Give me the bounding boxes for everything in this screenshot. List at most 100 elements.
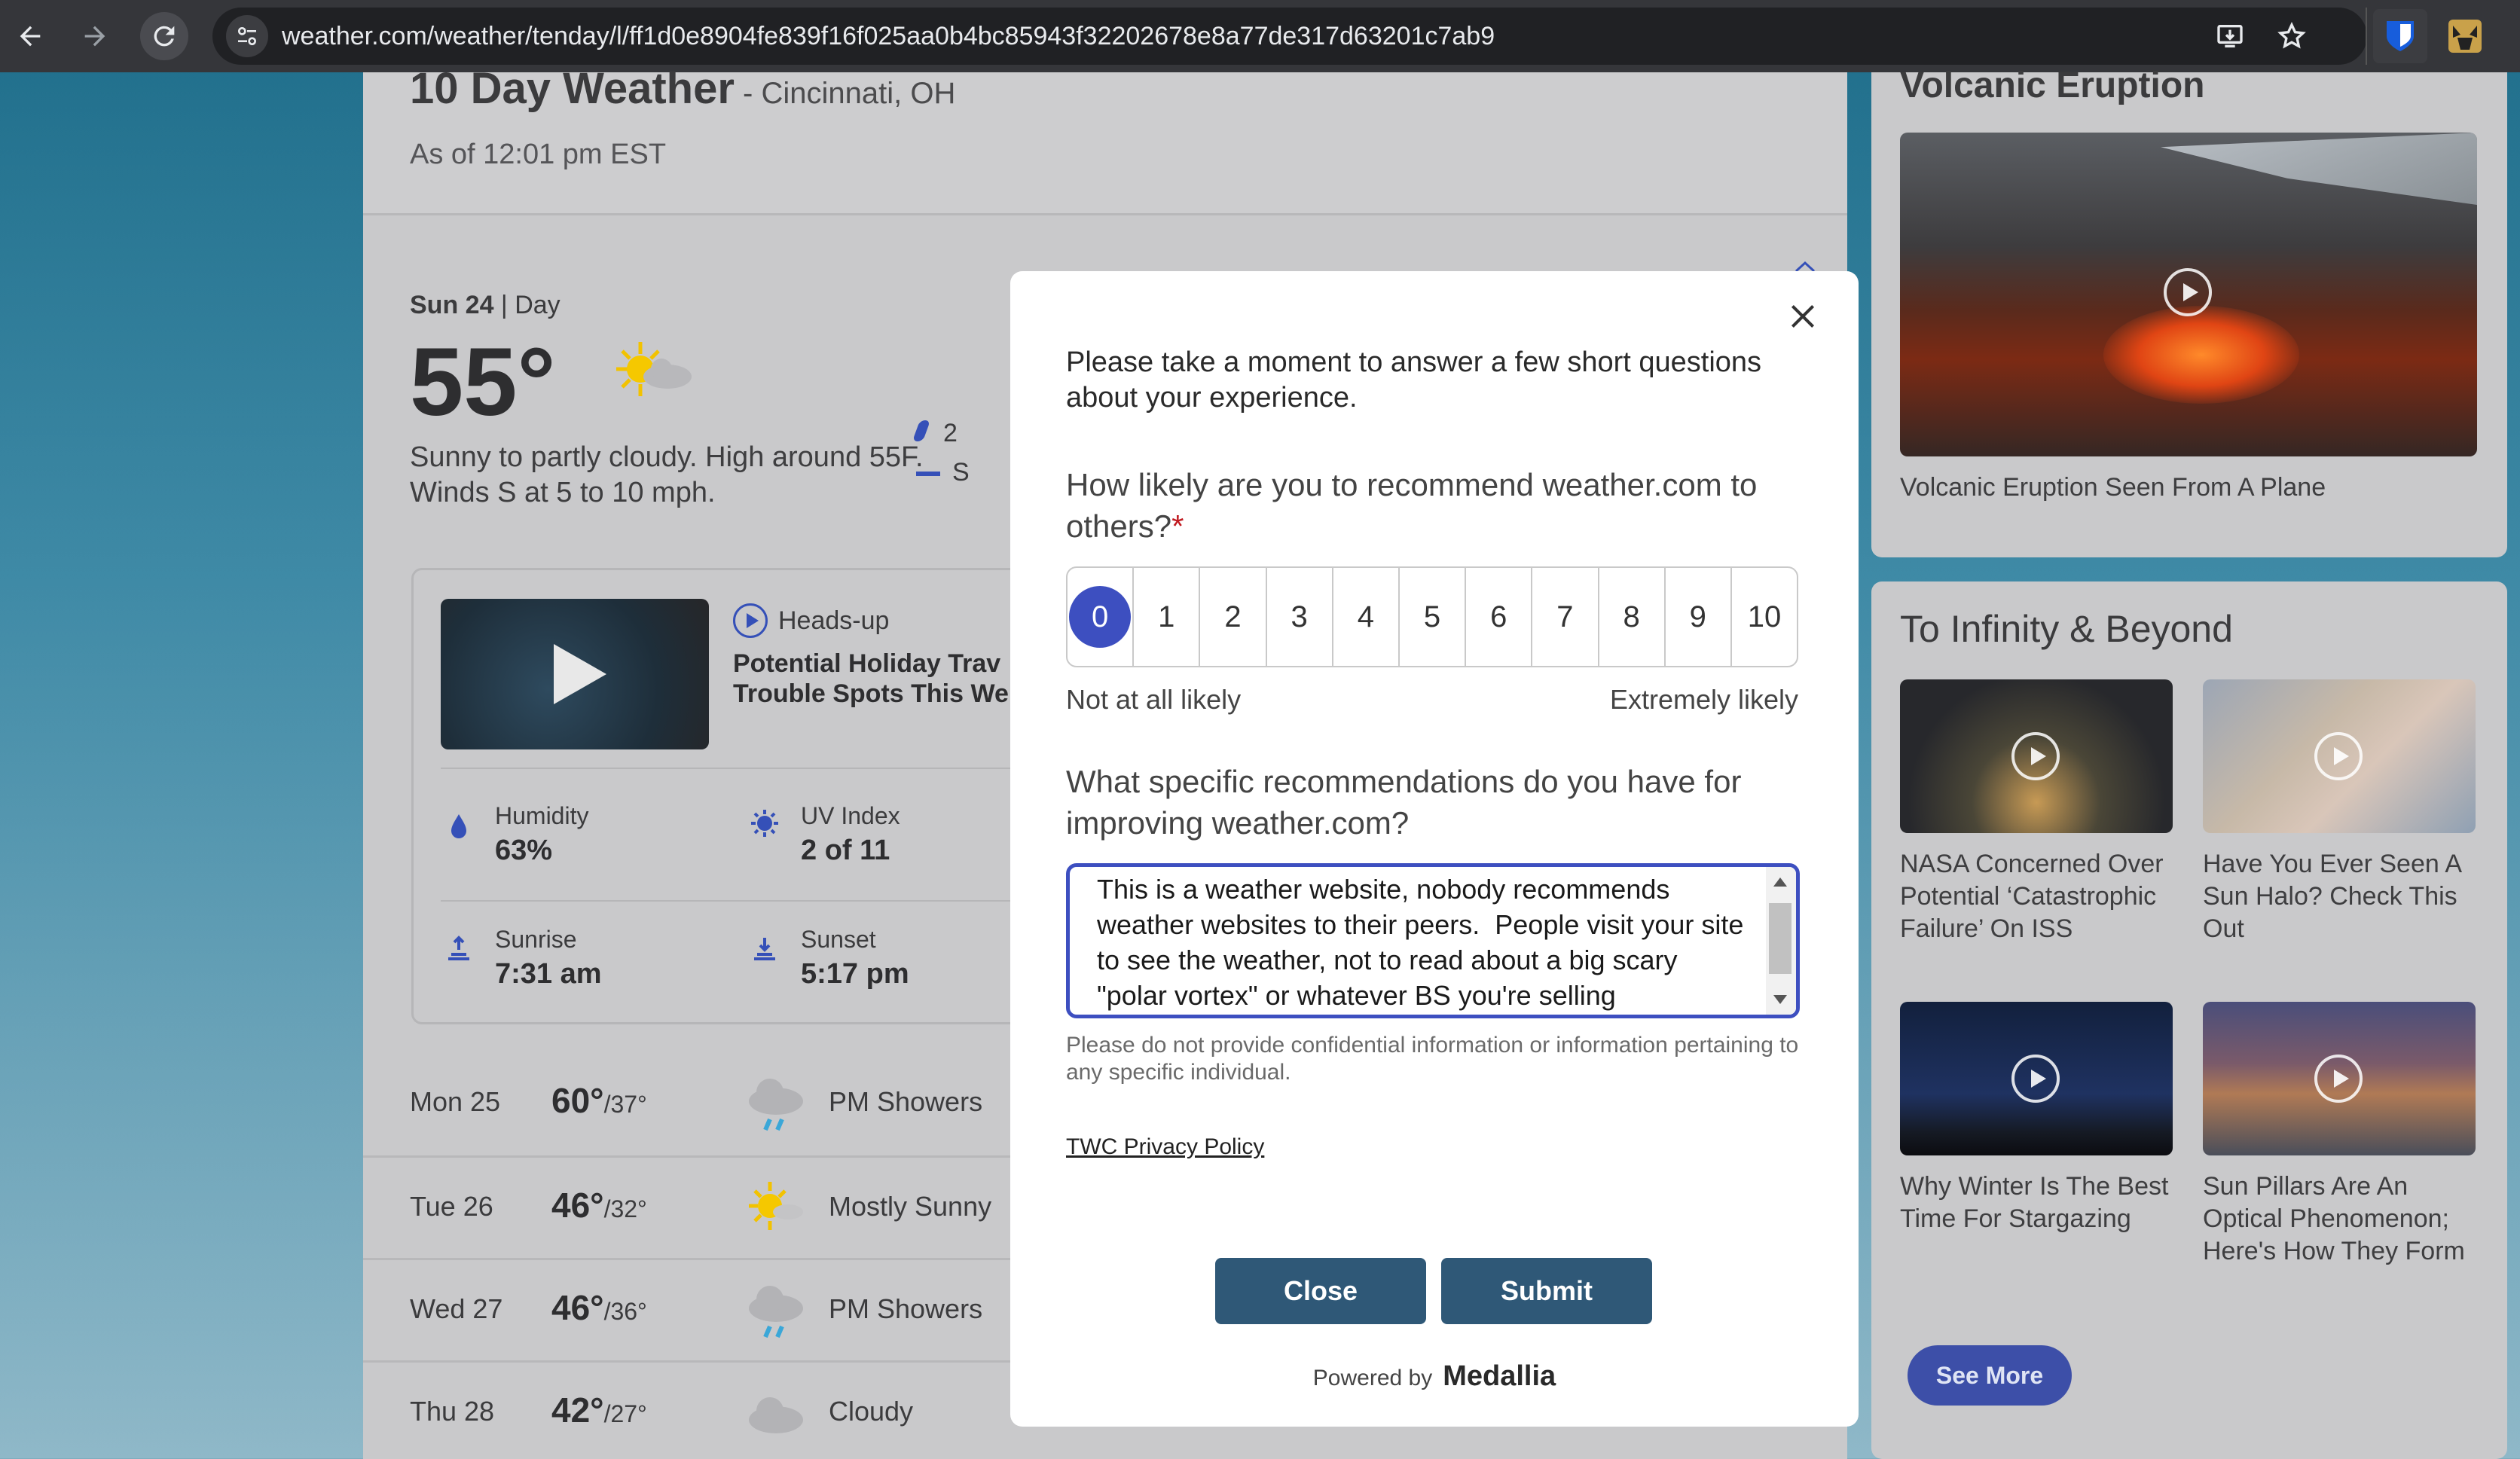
stat-value: 7:31 am	[495, 958, 602, 990]
textarea-scrollbar[interactable]	[1766, 867, 1796, 1015]
play-circle-icon	[733, 603, 768, 638]
forward-button[interactable]	[71, 12, 119, 60]
video-card[interactable]: Heads-up Potential Holiday Trav Trouble S…	[411, 568, 1089, 1024]
close-button[interactable]: Close	[1215, 1258, 1426, 1324]
day-narrative: Sunny to partly cloudy. High around 55F.…	[410, 441, 924, 508]
forecast-condition: Cloudy	[829, 1396, 914, 1427]
stat-label: Sunrise	[495, 926, 577, 953]
site-info-icon[interactable]	[226, 15, 268, 57]
cloud-icon	[749, 1397, 803, 1433]
bitwarden-extension-button[interactable]	[2373, 9, 2427, 63]
rain-cloud-icon	[749, 1079, 803, 1131]
reload-button[interactable]	[140, 12, 188, 60]
browser-toolbar: weather.com/weather/tenday/l/ff1d0e8904f…	[0, 0, 2520, 72]
uv-sun-icon	[751, 810, 778, 837]
stat-label: UV Index	[801, 802, 900, 829]
divider	[441, 768, 1066, 769]
nps-option-0[interactable]: 0	[1068, 568, 1135, 666]
forecast-condition: PM Showers	[829, 1086, 983, 1117]
forecast-day: Mon 25	[410, 1086, 501, 1117]
video-thumbnail[interactable]	[441, 599, 709, 749]
nps-option-5[interactable]: 5	[1400, 568, 1467, 666]
uv-stat: UV Index 2 of 11	[801, 802, 900, 867]
url-text: weather.com/weather/tenday/l/ff1d0e8904f…	[282, 22, 1495, 50]
forecast-day: Tue 26	[410, 1191, 493, 1222]
sidebar-heading: To Infinity & Beyond	[1900, 608, 2233, 650]
video-thumbnail[interactable]	[2203, 679, 2476, 833]
forecast-temp: 46°/36°	[551, 1287, 647, 1328]
video-title-line: Trouble Spots This We	[733, 679, 1009, 708]
recommendations-textarea[interactable]: This is a weather website, nobody recomm…	[1097, 871, 1752, 1015]
wind-icon	[916, 472, 940, 477]
stat-label: Humidity	[495, 802, 589, 829]
video-thumbnail[interactable]	[1900, 133, 2477, 456]
forecast-temp: 42°/27°	[551, 1390, 647, 1430]
rain-cloud-icon	[749, 1286, 803, 1338]
submit-button[interactable]: Submit	[1441, 1258, 1652, 1324]
day-part: | Day	[493, 291, 561, 319]
video-thumbnail[interactable]	[1900, 679, 2173, 833]
video-thumbnail[interactable]	[1900, 1002, 2173, 1155]
nps-scale: 0 1 2 3 4 5 6 7 8 9 10	[1066, 566, 1798, 667]
video-caption[interactable]: Have You Ever Seen A Sun Halo? Check Thi…	[2203, 848, 2489, 945]
powered-by: Powered by Medallia	[1010, 1360, 1859, 1393]
forecast-day: Wed 27	[410, 1293, 503, 1324]
back-button[interactable]	[6, 12, 54, 60]
current-temp: 55°	[410, 328, 556, 436]
scale-low-label: Not at all likely	[1066, 684, 1242, 715]
nps-option-8[interactable]: 8	[1599, 568, 1666, 666]
medallia-logo: Medallia	[1443, 1360, 1556, 1392]
see-more-button[interactable]: See More	[1908, 1345, 2072, 1406]
video-title[interactable]: Potential Holiday Trav Trouble Spots This…	[733, 649, 1009, 709]
nps-option-10[interactable]: 10	[1732, 568, 1797, 666]
forecast-high: 46°	[551, 1288, 604, 1327]
sidebar-heading: Volcanic Eruption	[1900, 66, 2205, 105]
forecast-day: Thu 28	[410, 1396, 495, 1427]
scroll-up-icon[interactable]	[1773, 878, 1787, 887]
powered-by-text: Powered by	[1312, 1366, 1433, 1390]
page-header: 10 Day Weather - Cincinnati, OH As of 12…	[363, 64, 1847, 215]
forecast-temp: 46°/32°	[551, 1185, 647, 1225]
close-modal-button[interactable]	[1780, 294, 1825, 339]
play-icon	[554, 644, 606, 704]
avatar-icon	[2448, 20, 2482, 53]
install-app-icon[interactable]	[2215, 21, 2245, 51]
wind-stat: S	[916, 458, 970, 487]
stat-value: 2 of 11	[801, 835, 890, 866]
video-caption[interactable]: Why Winter Is The Best Time For Stargazi…	[1900, 1171, 2186, 1235]
stat-value: 63%	[495, 835, 553, 866]
nps-option-9[interactable]: 9	[1666, 568, 1732, 666]
forecast-condition: PM Showers	[829, 1293, 983, 1324]
play-circle-icon	[2314, 732, 2363, 780]
nps-option-2[interactable]: 2	[1200, 568, 1267, 666]
address-bar[interactable]: weather.com/weather/tenday/l/ff1d0e8904f…	[212, 8, 2367, 65]
video-caption[interactable]: Volcanic Eruption Seen From A Plane	[1900, 472, 2326, 504]
scrollbar-thumb[interactable]	[1769, 903, 1791, 974]
video-thumbnail[interactable]	[2203, 1002, 2476, 1155]
nps-option-7[interactable]: 7	[1532, 568, 1599, 666]
survey-intro: Please take a moment to answer a few sho…	[1066, 346, 1762, 414]
nps-option-6[interactable]: 6	[1466, 568, 1533, 666]
precip-stat: 2	[912, 419, 958, 448]
wind-value: S	[952, 458, 970, 487]
as-of-timestamp: As of 12:01 pm EST	[410, 139, 667, 170]
nps-selected-indicator: 0	[1069, 586, 1132, 648]
nps-option-3[interactable]: 3	[1267, 568, 1333, 666]
raindrop-icon	[912, 420, 931, 441]
bookmark-star-icon[interactable]	[2277, 21, 2307, 51]
title-text: 10 Day Weather	[410, 64, 735, 113]
nps-option-4[interactable]: 4	[1333, 568, 1400, 666]
play-circle-icon	[2011, 1055, 2060, 1103]
nps-option-1[interactable]: 1	[1134, 568, 1201, 666]
forecast-low: /36°	[603, 1298, 647, 1325]
stat-value: 5:17 pm	[801, 958, 909, 990]
scroll-down-icon[interactable]	[1773, 995, 1787, 1004]
video-tag: Heads-up	[733, 603, 889, 638]
video-caption[interactable]: NASA Concerned Over Potential ‘Catastrop…	[1900, 848, 2179, 945]
recommendations-textarea-frame: This is a weather website, nobody recomm…	[1066, 863, 1800, 1018]
privacy-policy-link[interactable]: TWC Privacy Policy	[1066, 1134, 1264, 1160]
profile-avatar[interactable]	[2438, 9, 2492, 63]
sunrise-stat: Sunrise 7:31 am	[495, 926, 602, 990]
question-text: How likely are you to recommend weather.…	[1066, 467, 1758, 544]
video-caption[interactable]: Sun Pillars Are An Optical Phenomenon; H…	[2203, 1171, 2489, 1268]
